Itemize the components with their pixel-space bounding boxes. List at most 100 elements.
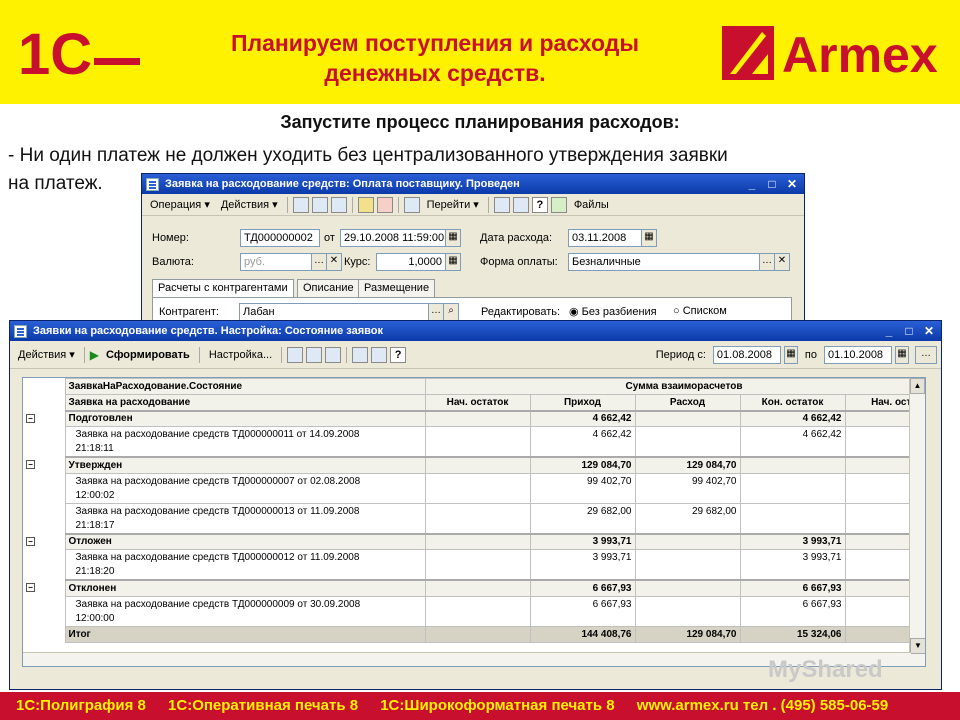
- clear-icon[interactable]: ✕: [774, 253, 790, 271]
- footer-item: 1С:Широкоформатная печать 8: [380, 697, 615, 714]
- svg-text:Armex: Armex: [782, 27, 938, 80]
- calendar-icon[interactable]: ▦: [641, 229, 657, 247]
- table-row[interactable]: Заявка на расходование средств ТД0000000…: [23, 502, 925, 534]
- collapse-toggle-icon[interactable]: −: [26, 460, 35, 469]
- date-field[interactable]: 29.10.2008 11:59:00: [340, 229, 446, 247]
- group-row[interactable]: − Утвержден 129 084,70 129 084,70: [23, 456, 925, 474]
- vertical-scrollbar[interactable]: ▲ ▼: [909, 378, 925, 666]
- post-icon[interactable]: [357, 196, 374, 213]
- maximize-icon[interactable]: □: [766, 178, 778, 190]
- close-icon[interactable]: ✕: [923, 325, 935, 337]
- payment-form-label: Форма оплаты:: [480, 256, 558, 268]
- generate-button[interactable]: Сформировать: [102, 347, 194, 363]
- maximize-icon[interactable]: □: [903, 325, 915, 337]
- period-select-button[interactable]: …: [915, 345, 937, 364]
- footer-item: 1С:Оперативная печать 8: [168, 697, 359, 714]
- help-icon[interactable]: ?: [390, 346, 407, 363]
- slide-header: 1С Планируем поступления и расходы денеж…: [0, 0, 960, 104]
- minimize-icon[interactable]: _: [883, 325, 895, 337]
- expense-date-field[interactable]: 03.11.2008: [568, 229, 642, 247]
- report-toolbar: Действия ▾ ▶ Сформировать Настройка... ?…: [10, 341, 941, 369]
- calendar-icon[interactable]: ▦: [783, 345, 798, 364]
- settings-button[interactable]: Настройка...: [205, 347, 276, 363]
- table-row[interactable]: Заявка на расходование средств ТД0000000…: [23, 549, 925, 581]
- calendar-icon[interactable]: ▦: [445, 229, 461, 247]
- slide-title: Планируем поступления и расходы денежных…: [230, 30, 640, 86]
- search-icon[interactable]: ⌕: [443, 303, 459, 321]
- table-header-row: ЗаявкаНаРасходование.Состояние Сумма вза…: [23, 378, 925, 395]
- help-icon[interactable]: ?: [531, 196, 548, 213]
- collapse-icon[interactable]: [352, 346, 369, 363]
- payment-form-field[interactable]: Безналичные: [568, 253, 760, 271]
- select-button[interactable]: …: [428, 303, 444, 321]
- table-header-row: Заявка на расходование Нач. остаток Прих…: [23, 394, 925, 411]
- calculator-icon[interactable]: ▦: [445, 253, 461, 271]
- calendar-icon[interactable]: ▦: [895, 345, 909, 364]
- total-row: Итог 144 408,76 129 084,70 15 324,06: [23, 625, 925, 643]
- unpost-icon[interactable]: [376, 196, 393, 213]
- sort-icon[interactable]: [306, 346, 323, 363]
- number-label: Номер:: [152, 232, 189, 244]
- from-label: от: [324, 232, 335, 244]
- collapse-toggle-icon[interactable]: −: [26, 413, 35, 423]
- window-toolbar: Операция ▾ Действия ▾ Перейти ▾ ? Файлы: [142, 194, 804, 216]
- footer-contact: www.armex.ru тел . (495) 585-06-59: [636, 697, 889, 714]
- operation-menu[interactable]: Операция ▾: [146, 196, 214, 213]
- files-icon[interactable]: [550, 196, 567, 213]
- period-from-field[interactable]: 01.08.2008: [712, 345, 781, 364]
- play-icon[interactable]: ▶: [90, 348, 99, 362]
- currency-field[interactable]: руб.: [240, 253, 312, 271]
- close-icon[interactable]: ✕: [786, 178, 798, 190]
- table-row[interactable]: Заявка на расходование средств ТД0000000…: [23, 595, 925, 627]
- radio-no-split[interactable]: ◉ Без разбиения: [569, 305, 657, 318]
- tab-placement[interactable]: Размещение: [358, 279, 436, 297]
- files-button[interactable]: Файлы: [570, 197, 613, 213]
- rate-label: Курс:: [344, 256, 371, 268]
- clear-icon[interactable]: ✕: [326, 253, 342, 271]
- minimize-icon[interactable]: _: [746, 178, 758, 190]
- select-button[interactable]: …: [759, 253, 775, 271]
- footer-item: 1С:Полиграфия 8: [16, 697, 146, 714]
- expense-request-window: Заявка на расходование средств: Оплата п…: [141, 173, 805, 323]
- period-to-label: по: [804, 348, 817, 361]
- refresh-icon[interactable]: [311, 196, 328, 213]
- group-row[interactable]: − Отложен 3 993,71 3 993,71: [23, 532, 925, 550]
- period-to-field[interactable]: 01.10.2008: [824, 345, 892, 364]
- collapse-toggle-icon[interactable]: −: [26, 583, 35, 592]
- armex-logo: Armex: [722, 26, 938, 80]
- list-icon[interactable]: [493, 196, 510, 213]
- form-body: Номер: ТД000000002 от 29.10.2008 11:59:0…: [142, 216, 804, 322]
- group-row[interactable]: − Отклонен 6 667,93 6 667,93: [23, 579, 925, 597]
- actions-menu[interactable]: Действия ▾: [217, 196, 282, 213]
- rate-field[interactable]: 1,0000: [376, 253, 446, 271]
- table-row[interactable]: Заявка на расходование средств ТД0000000…: [23, 426, 925, 458]
- tree-icon[interactable]: [512, 196, 529, 213]
- tab-description[interactable]: Описание: [297, 279, 360, 297]
- actions-menu[interactable]: Действия ▾: [14, 346, 79, 363]
- tab-counterparty[interactable]: Расчеты с контрагентами: [152, 279, 294, 298]
- collapse-toggle-icon[interactable]: −: [26, 536, 35, 546]
- report-window: Заявки на расходование средств. Настройк…: [9, 320, 942, 690]
- document-icon: [14, 324, 27, 338]
- select-button[interactable]: …: [311, 253, 327, 271]
- counterparty-field[interactable]: Лабан: [239, 303, 429, 321]
- radio-list[interactable]: ○ Списком: [673, 305, 727, 317]
- window-titlebar[interactable]: Заявки на расходование средств. Настройк…: [10, 321, 941, 341]
- document-icon: [146, 177, 159, 191]
- table-icon[interactable]: [325, 346, 342, 363]
- goto-menu[interactable]: Перейти ▾: [423, 196, 483, 213]
- structure-icon[interactable]: [403, 196, 420, 213]
- 1c-logo: 1С: [18, 26, 140, 80]
- footer-bar: 1С:Полиграфия 8 1С:Оперативная печать 8 …: [0, 692, 960, 720]
- number-field[interactable]: ТД000000002: [240, 229, 320, 247]
- expand-icon[interactable]: [371, 346, 388, 363]
- swap-icon[interactable]: [330, 196, 347, 213]
- period-from-label: Период с:: [655, 348, 706, 361]
- watermark: MyShared: [768, 656, 883, 683]
- group-row[interactable]: − Подготовлен 4 662,42 4 662,42: [23, 409, 925, 427]
- window-titlebar[interactable]: Заявка на расходование средств: Оплата п…: [142, 174, 804, 194]
- report-grid[interactable]: ЗаявкаНаРасходование.Состояние Сумма вза…: [22, 377, 926, 667]
- arrow-left-icon[interactable]: [292, 196, 309, 213]
- table-row[interactable]: Заявка на расходование средств ТД0000000…: [23, 472, 925, 504]
- edit-icon[interactable]: [287, 346, 304, 363]
